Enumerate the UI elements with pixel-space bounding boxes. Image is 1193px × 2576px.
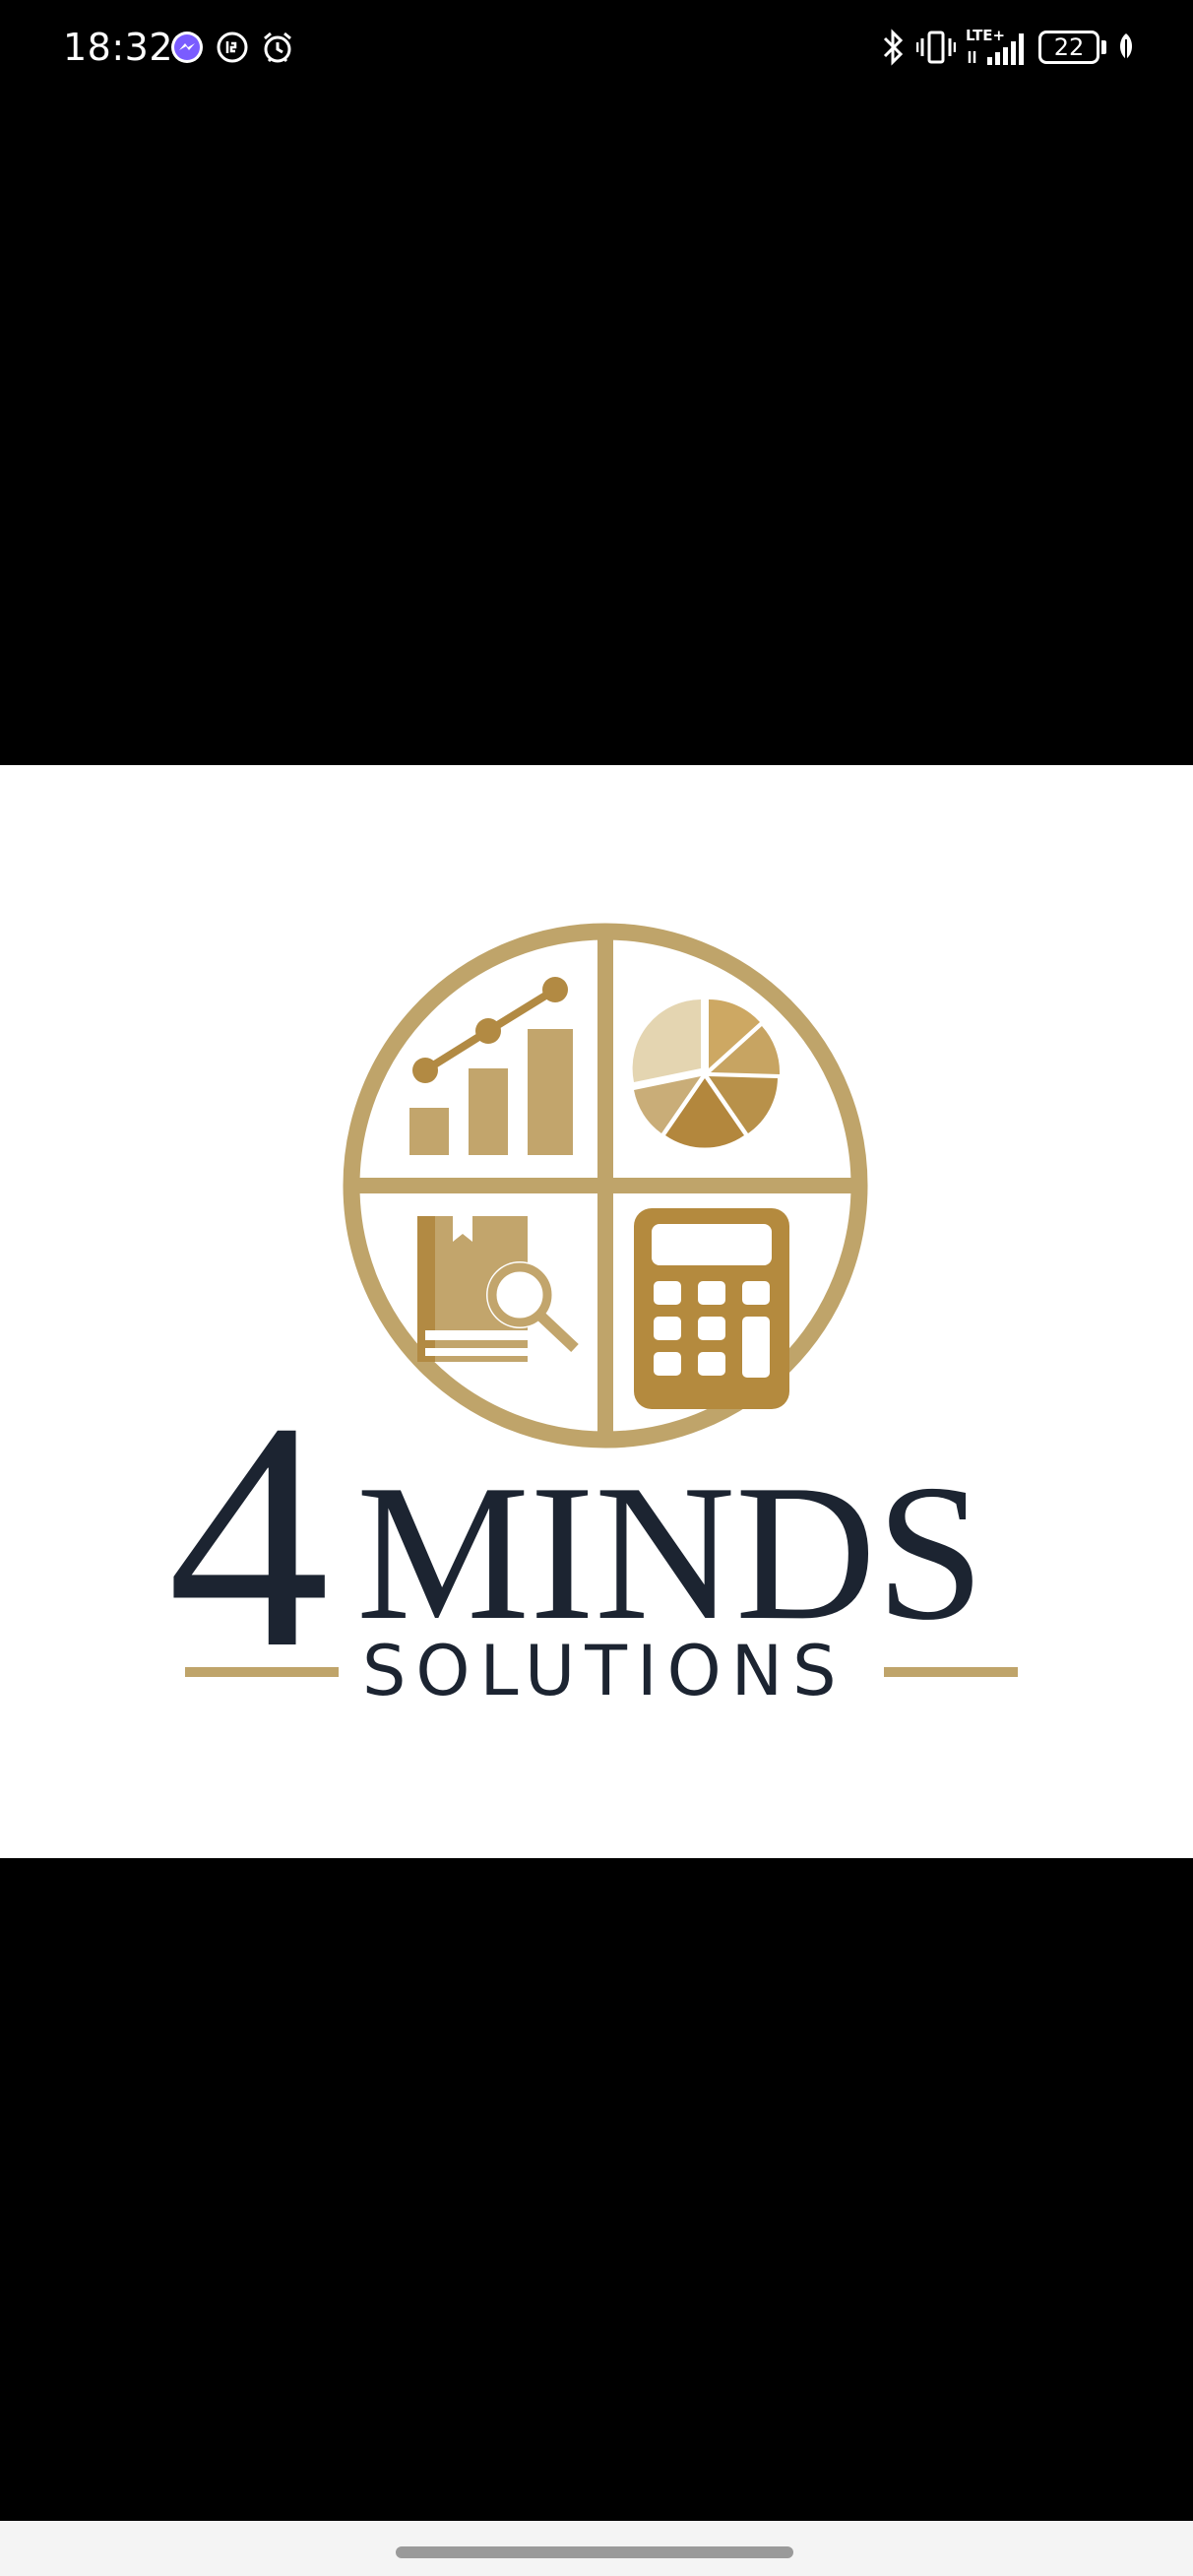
pie-chart-icon: [632, 998, 781, 1148]
battery-body: 22: [1038, 31, 1099, 64]
vibrate-icon: [916, 29, 956, 66]
logo-tagline-row: SOLUTIONS: [185, 1632, 1018, 1710]
book-magnifier-icon: [417, 1216, 579, 1362]
logo-emblem: [343, 923, 868, 1449]
status-bar: 18:32 LTE+ 22: [0, 0, 1193, 95]
battery-icon: 22: [1038, 31, 1106, 64]
navigation-bar: [0, 2521, 1193, 2576]
data-saver-icon: [215, 30, 250, 65]
logo-tagline: SOLUTIONS: [362, 1631, 847, 1711]
status-time: 18:32: [63, 26, 174, 69]
tagline-rule-left: [185, 1667, 339, 1677]
calculator-icon: [634, 1208, 789, 1409]
logo-word: MINDS: [356, 1445, 985, 1660]
battery-saver-leaf-icon: [1116, 32, 1136, 63]
status-left-icons: [169, 28, 295, 67]
status-right-icons: LTE+ 22: [881, 26, 1136, 69]
image-viewer[interactable]: 4 MINDS SOLUTIONS: [0, 765, 1193, 1858]
battery-cap: [1101, 40, 1106, 54]
messenger-icon: [169, 30, 205, 65]
bluetooth-icon: [881, 29, 907, 66]
screen: 18:32 LTE+ 22 4 MINDS SOLUTIONS: [0, 0, 1193, 2576]
alarm-icon: [260, 30, 295, 65]
battery-level: 22: [1053, 33, 1085, 61]
lte-signal-icon: LTE+: [966, 28, 1029, 67]
home-indicator[interactable]: [396, 2546, 793, 2558]
tagline-rule-right: [884, 1667, 1018, 1677]
